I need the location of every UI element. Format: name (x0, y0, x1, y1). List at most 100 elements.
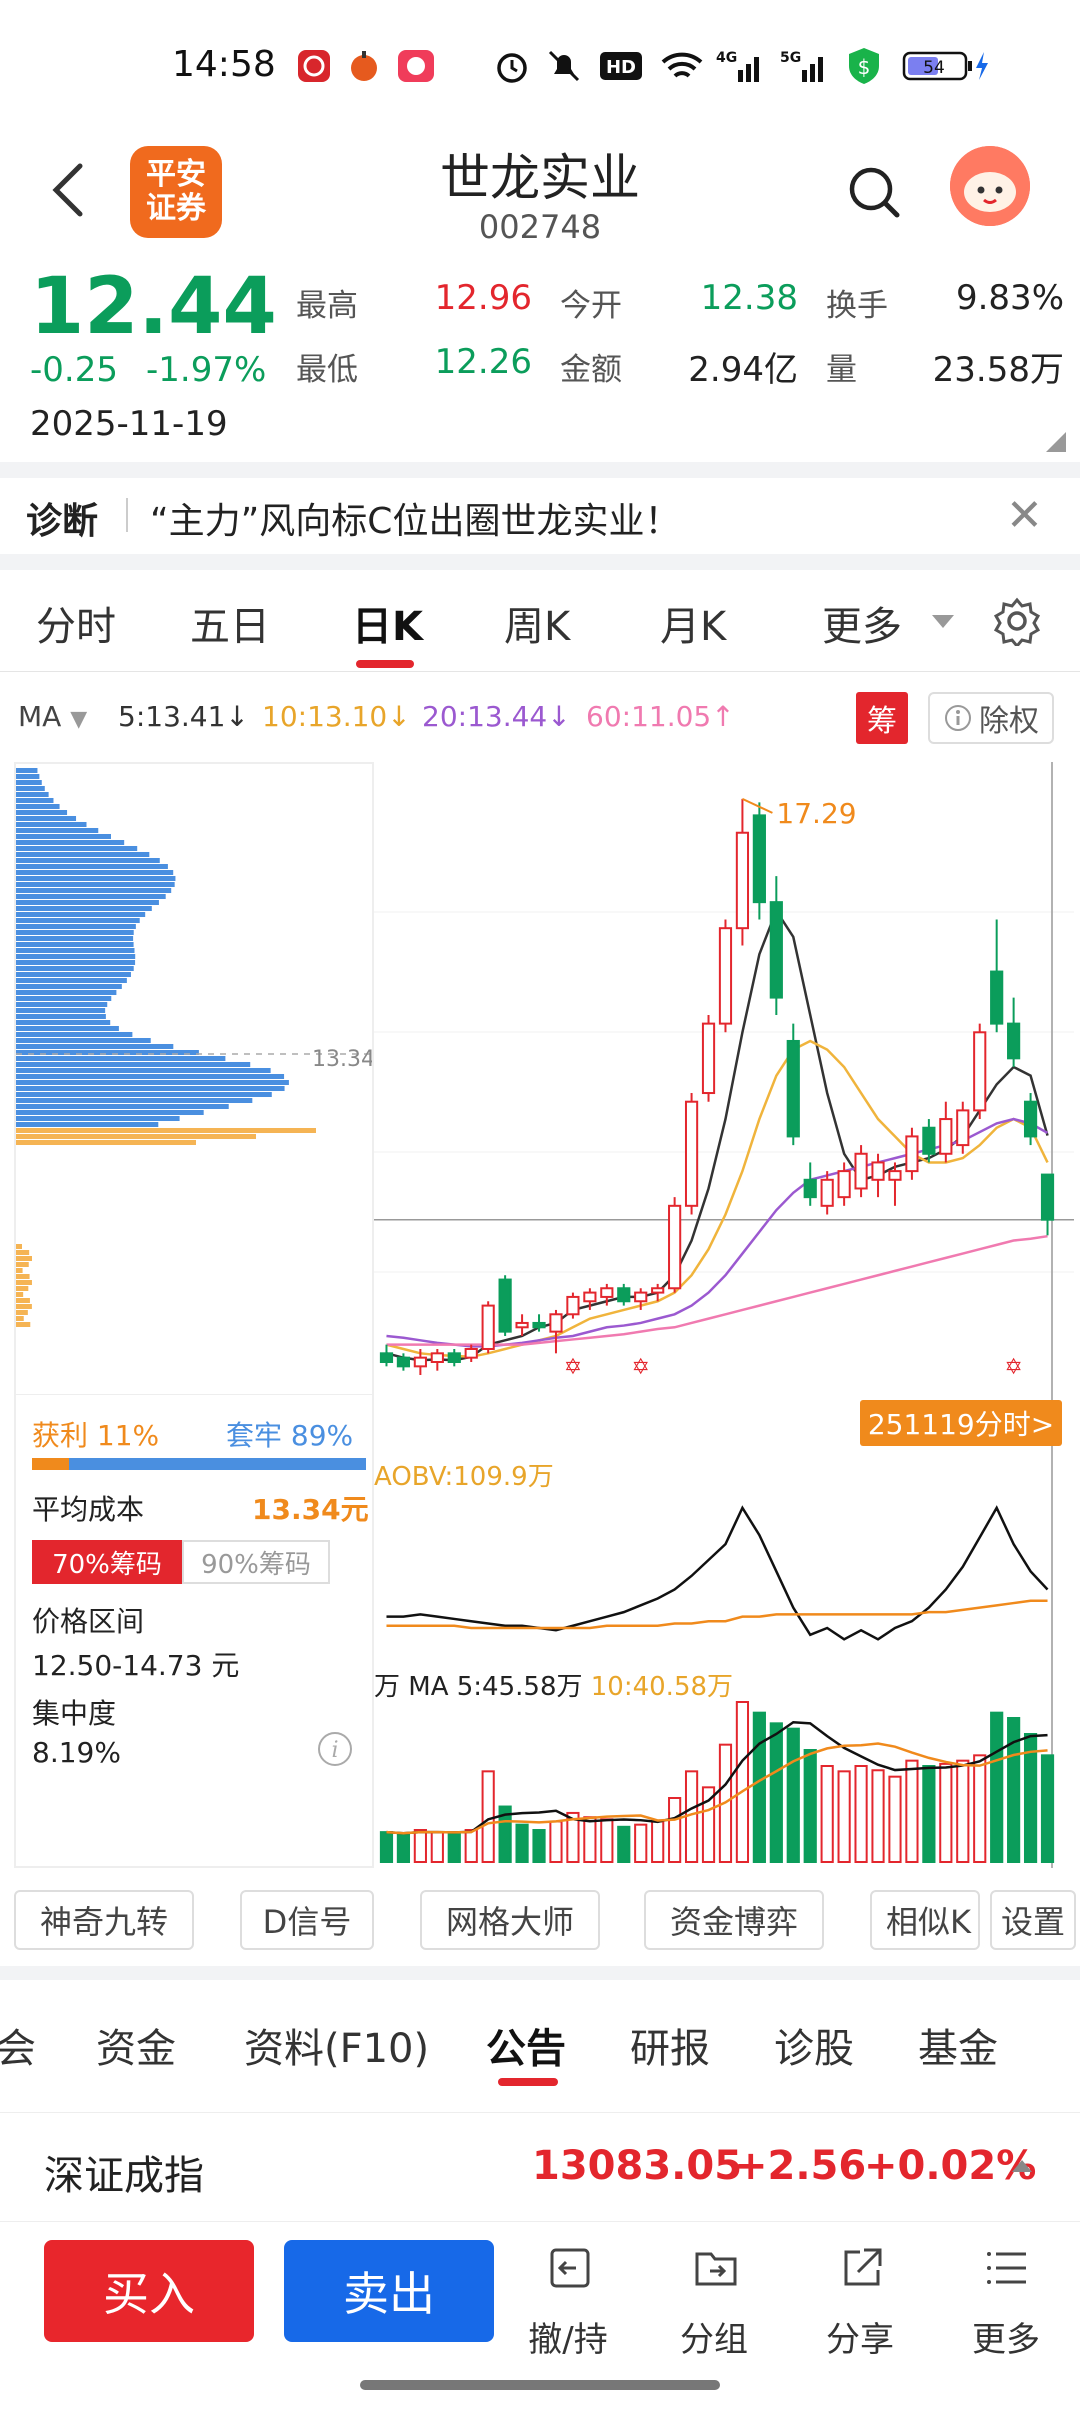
tab-announcements[interactable]: 公告 (486, 2016, 566, 2074)
chip-bar (16, 924, 136, 929)
chip-bar (16, 984, 122, 989)
chip-bar (16, 1262, 29, 1267)
cancel-hold-button[interactable]: 撤/持 (508, 2240, 628, 2360)
quote-panel: 12.44 -0.25 -1.97% 2025-11-19 最高 12.96 最… (0, 262, 1080, 462)
tab-funds[interactable]: 资金 (96, 2016, 176, 2074)
candle-body (769, 901, 783, 999)
chip-bar (16, 1074, 285, 1079)
info-tabs: 会 资金 资料(F10) 公告 研报 诊股 基金 (0, 1972, 1080, 2092)
chip-bar (16, 960, 136, 965)
volume-bar (549, 1820, 563, 1864)
candle-body (379, 1352, 394, 1364)
volume-bar (973, 1754, 987, 1863)
volume-bar (769, 1722, 783, 1863)
amount-value: 2.94亿 (688, 350, 798, 390)
active-tab-underline (356, 660, 414, 668)
sell-button[interactable]: 卖出 (284, 2240, 494, 2342)
low-label: 最低 (296, 352, 358, 388)
price-range-value: 12.50-14.73 元 (32, 1649, 240, 1682)
tool-fund-game[interactable]: 资金博弈 (644, 1890, 824, 1950)
kline-chart[interactable]: 17.29 ✡ ✡ ✡ 251119分时> AOBV:109.9万 万 MA 5:45… (374, 762, 1074, 1868)
tab-fund[interactable]: 基金 (918, 2016, 998, 2074)
svg-text:54: 54 (923, 58, 945, 78)
tool-nine-turn[interactable]: 神奇九转 (14, 1890, 194, 1950)
cancel-order-icon (550, 2248, 590, 2288)
chip-distribution-histogram: 13.34 (16, 768, 372, 1327)
candle-body (1023, 1100, 1038, 1138)
tab-weekly-k[interactable]: 周K (504, 594, 570, 652)
tool-grid-master[interactable]: 网格大师 (420, 1890, 600, 1950)
tab-five-day[interactable]: 五日 (190, 594, 270, 652)
caret-down-icon (932, 615, 954, 628)
volume-bar (617, 1825, 631, 1864)
ma5-value: 5:13.41↓ (118, 700, 249, 733)
tab-meeting[interactable]: 会 (0, 2016, 36, 2074)
amount-label: 金额 (560, 352, 622, 388)
chip-bar (16, 930, 134, 935)
chip-toggle-button[interactable]: 筹 (856, 692, 908, 744)
assistant-avatar[interactable] (950, 146, 1030, 226)
battery-icon: 54 (902, 48, 992, 84)
chip-bar (16, 996, 112, 1001)
tab-more[interactable]: 更多 (822, 594, 902, 652)
price-change: -0.25 (30, 350, 118, 390)
tool-d-signal[interactable]: D信号 (240, 1890, 374, 1950)
candle-body (1040, 1173, 1055, 1221)
tab-diagnosis[interactable]: 诊股 (774, 2016, 854, 2074)
more-button[interactable]: 更多 (946, 2240, 1066, 2360)
chip-90-button[interactable]: 90%筹码 (182, 1540, 330, 1584)
chip-bar (16, 1008, 106, 1013)
caret-up-icon[interactable] (1010, 2157, 1034, 2175)
candle-body (600, 1287, 614, 1298)
chip-bar (16, 1134, 256, 1139)
avg-cost-line-label: 13.34 (312, 1047, 372, 1072)
status-time: 14:58 (172, 44, 276, 85)
close-icon[interactable]: ✕ (1006, 490, 1043, 541)
tab-intraday[interactable]: 分时 (36, 594, 116, 652)
expand-corner-icon[interactable] (1046, 432, 1066, 452)
intraday-link-button[interactable]: 251119分时> (860, 1400, 1062, 1446)
index-ticker[interactable]: 深证成指 13083.05 +2.56 +0.02% (0, 2112, 1080, 2222)
diagnosis-text: “主力”风向标C位出圈世龙实业！ (150, 501, 681, 542)
active-tab-underline (498, 2078, 558, 2086)
ma-selector[interactable]: MA ▼ (18, 700, 87, 733)
tab-research[interactable]: 研报 (630, 2016, 710, 2074)
volume-ma5-label: 万 MA 5:45.58万 (374, 1672, 583, 1702)
tool-settings[interactable]: 设置 (990, 1890, 1076, 1950)
chip-bar (16, 1128, 316, 1133)
chip-bar (16, 1256, 32, 1261)
volume-bar (634, 1823, 648, 1863)
tab-monthly-k[interactable]: 月K (660, 594, 726, 652)
chart-settings-button[interactable] (992, 596, 1042, 649)
svg-text:4G: 4G (716, 50, 737, 66)
mascot-icon (950, 146, 1030, 226)
ex-rights-button[interactable]: 除权 (928, 692, 1054, 744)
candle-body (549, 1313, 563, 1333)
chip-bar (16, 972, 131, 977)
chip-bar (16, 1116, 180, 1121)
group-button[interactable]: 分组 (654, 2240, 774, 2360)
chip-bar (16, 828, 99, 833)
volume-label: 量 (826, 352, 857, 388)
buy-button[interactable]: 买入 (44, 2240, 254, 2342)
volume-bar (532, 1829, 546, 1863)
chip-bar (16, 1140, 196, 1145)
tab-f10[interactable]: 资料(F10) (244, 2016, 429, 2074)
tab-daily-k[interactable]: 日K (352, 594, 423, 652)
diagnosis-bar[interactable]: 诊断 “主力”风向标C位出圈世龙实业！ ✕ (0, 478, 1080, 550)
more-label: 更多 (972, 2320, 1040, 2360)
tool-similar-k[interactable]: 相似K (870, 1890, 980, 1950)
share-button[interactable]: 分享 (800, 2240, 920, 2360)
info-icon[interactable]: i (316, 1730, 354, 1768)
chip-bar (16, 990, 117, 995)
chip-bar (16, 1026, 119, 1031)
chip-bar (16, 1316, 24, 1321)
home-indicator[interactable] (360, 2380, 720, 2390)
search-button[interactable] (846, 164, 902, 220)
chip-bar (16, 780, 42, 785)
turnover-value: 9.83% (955, 278, 1064, 318)
candle-body (566, 1295, 580, 1316)
chip-70-button[interactable]: 70%筹码 (32, 1540, 182, 1584)
chip-bar (16, 864, 168, 869)
profit-ratio-fill (32, 1458, 69, 1470)
